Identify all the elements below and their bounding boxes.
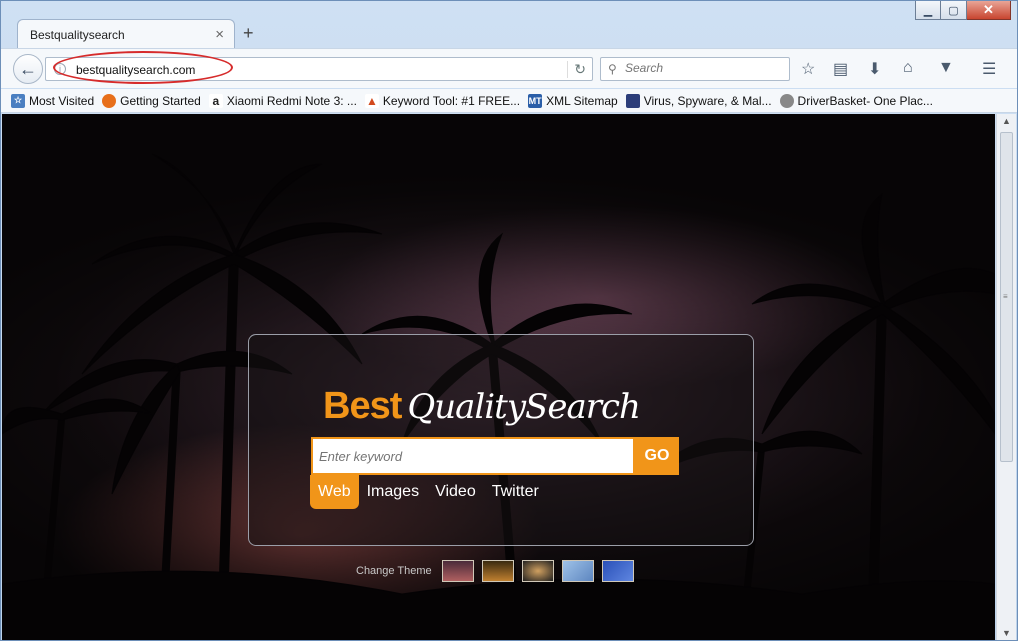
home-icon[interactable]: ⌂ (903, 59, 913, 77)
download-icon[interactable]: ⬇ (868, 59, 881, 79)
tab-images[interactable]: Images (359, 475, 427, 509)
back-icon[interactable]: ← (13, 54, 43, 84)
browser-search-bar[interactable]: ⚲ (600, 57, 790, 81)
browser-window: ▁ ▢ ✕ Bestqualitysearch × + ← i bestqual… (0, 0, 1018, 641)
tab-strip: Bestqualitysearch × + (1, 15, 1017, 49)
amazon-icon: a (208, 93, 223, 108)
logo-best: Best (323, 385, 402, 427)
url-highlight-annotation (53, 51, 233, 84)
theme-thumbnail-sunset[interactable] (441, 560, 474, 582)
reading-list-icon[interactable]: ▤ (833, 59, 848, 79)
menu-icon[interactable]: ☰ (982, 59, 996, 79)
bookmark-keyword-tool[interactable]: ▲ Keyword Tool: #1 FREE... (364, 93, 521, 108)
bookmark-virus-spyware[interactable]: Virus, Spyware, & Mal... (625, 93, 772, 108)
shield-icon (625, 93, 640, 108)
scroll-up-icon[interactable]: ▲ (1002, 116, 1011, 126)
scrollbar-grip-icon: ≡ (1003, 292, 1008, 301)
theme-thumbnail-palms[interactable] (481, 560, 514, 582)
bookmark-label: Keyword Tool: #1 FREE... (382, 93, 521, 108)
logo-quality-search: QualitySearch (407, 387, 641, 427)
theme-thumbnail-coffee[interactable] (521, 560, 554, 582)
theme-switcher: Change Theme (356, 560, 634, 582)
search-type-tabs: Web Images Video Twitter (310, 475, 547, 509)
tab-bestqualitysearch[interactable]: Bestqualitysearch × (17, 19, 235, 49)
bookmark-label: Virus, Spyware, & Mal... (643, 93, 772, 108)
change-theme-label: Change Theme (356, 565, 432, 577)
globe-icon (779, 93, 794, 108)
pocket-icon[interactable]: ▼ (938, 59, 954, 77)
bookmark-label: XML Sitemap (546, 93, 618, 108)
firefox-icon (102, 93, 117, 108)
bookmark-xml-sitemap[interactable]: MT XML Sitemap (528, 93, 618, 108)
search-panel: BestQualitySearch GO Web Images Video Tw… (248, 334, 754, 546)
new-tab-button[interactable]: + (243, 23, 254, 44)
tab-twitter[interactable]: Twitter (484, 475, 547, 509)
bookmarks-toolbar: ☆ Most Visited Getting Started a Xiaomi … (1, 89, 1017, 113)
tab-video[interactable]: Video (427, 475, 484, 509)
theme-thumbnail-sky[interactable] (561, 560, 594, 582)
site-logo: Best QualitySearch (323, 385, 641, 428)
bookmark-label: Xiaomi Redmi Note 3: ... (226, 93, 357, 108)
bookmark-label: Most Visited (29, 93, 95, 108)
scroll-down-icon[interactable]: ▼ (1002, 628, 1011, 638)
page-content: BestQualitySearch GO Web Images Video Tw… (2, 114, 995, 640)
bookmark-label: Getting Started (120, 93, 201, 108)
bookmark-getting-started[interactable]: Getting Started (102, 93, 201, 108)
keyword-input[interactable] (313, 439, 633, 473)
vertical-scrollbar[interactable]: ▲ ≡ ▼ (996, 114, 1016, 640)
bookmark-star-icon[interactable]: ☆ (801, 59, 815, 79)
bookmark-label: DriverBasket- One Plac... (797, 93, 933, 108)
tab-close-icon[interactable]: × (215, 26, 224, 43)
tab-web[interactable]: Web (310, 475, 359, 509)
search-icon: ⚲ (608, 62, 617, 76)
bookmark-driverbasket[interactable]: DriverBasket- One Plac... (779, 93, 933, 108)
theme-thumbnail-blue[interactable] (601, 560, 634, 582)
bookmark-most-visited[interactable]: ☆ Most Visited (11, 93, 95, 108)
keyword-field[interactable] (311, 437, 635, 475)
flame-icon: ▲ (364, 93, 379, 108)
reload-icon[interactable]: ↻ (567, 61, 586, 78)
mt-icon: MT (528, 93, 543, 108)
tab-title: Bestqualitysearch (30, 28, 125, 42)
bookmark-xiaomi[interactable]: a Xiaomi Redmi Note 3: ... (208, 93, 357, 108)
most-visited-icon: ☆ (11, 93, 25, 108)
go-button[interactable]: GO (635, 437, 679, 475)
browser-search-input[interactable] (625, 61, 785, 75)
